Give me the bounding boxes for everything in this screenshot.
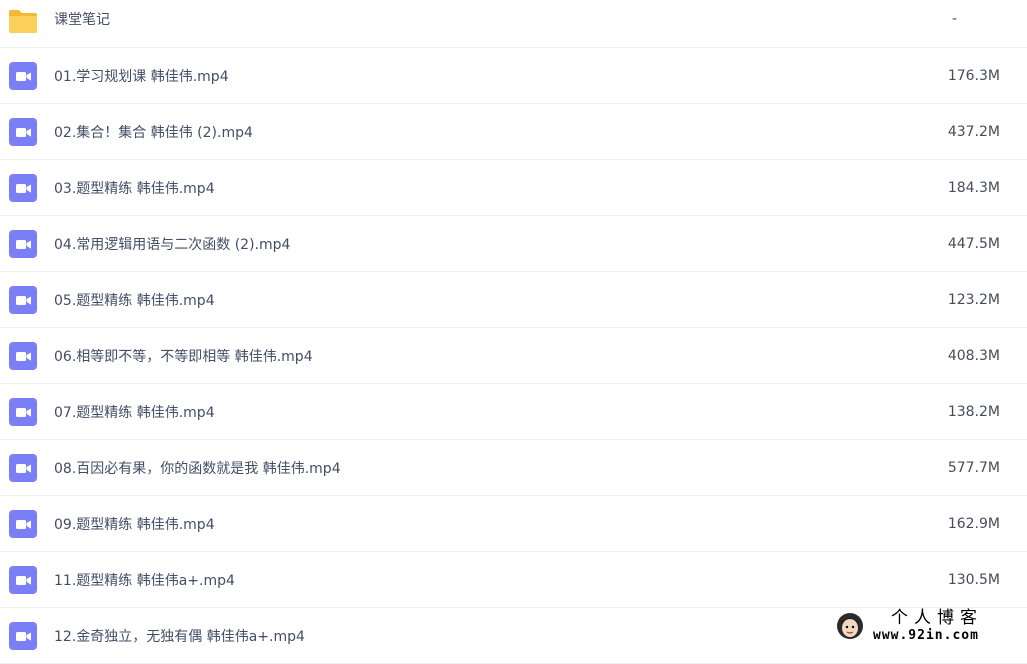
video-file-icon	[9, 397, 37, 426]
file-size: 123.2M	[947, 291, 1000, 308]
video-file-icon	[9, 453, 37, 482]
video-file-icon	[9, 621, 37, 650]
file-row-video[interactable]: 02.集合！集合 韩佳伟 (2).mp4 437.2M	[0, 104, 1027, 160]
file-size: 447.5M	[947, 235, 1000, 252]
file-size: 130.5M	[947, 571, 1000, 588]
file-name: 08.百因必有果，你的函数就是我 韩佳伟.mp4	[54, 460, 341, 477]
file-row-video[interactable]: 04.常用逻辑用语与二次函数 (2).mp4 447.5M	[0, 216, 1027, 272]
file-list: 课堂笔记 - 01.学习规划课 韩佳伟.mp4 176.3M 02.集合！集合 …	[0, 0, 1027, 664]
video-file-icon	[9, 229, 37, 258]
file-name: 课堂笔记	[54, 12, 110, 28]
video-file-icon	[9, 117, 37, 146]
file-row-video[interactable]: 01.学习规划课 韩佳伟.mp4 176.3M	[0, 48, 1027, 104]
file-name: 05.题型精练 韩佳伟.mp4	[54, 292, 215, 309]
file-size: 162.9M	[947, 515, 1000, 532]
file-size: 577.7M	[947, 459, 1000, 476]
video-file-icon	[9, 509, 37, 538]
file-size: -	[951, 11, 957, 27]
file-row-video[interactable]: 08.百因必有果，你的函数就是我 韩佳伟.mp4 577.7M	[0, 440, 1027, 496]
file-name: 09.题型精练 韩佳伟.mp4	[54, 516, 215, 533]
avatar-icon	[837, 613, 863, 639]
file-name: 03.题型精练 韩佳伟.mp4	[54, 180, 215, 197]
video-file-icon	[9, 341, 37, 370]
file-name: 12.金奇独立，无独有偶 韩佳伟a+.mp4	[54, 628, 305, 645]
file-row-video[interactable]: 06.相等即不等，不等即相等 韩佳伟.mp4 408.3M	[0, 328, 1027, 384]
file-name: 07.题型精练 韩佳伟.mp4	[54, 404, 215, 421]
file-size: 408.3M	[947, 347, 1000, 364]
file-row-video[interactable]: 05.题型精练 韩佳伟.mp4 123.2M	[0, 272, 1027, 328]
video-file-icon	[9, 61, 37, 90]
file-name: 06.相等即不等，不等即相等 韩佳伟.mp4	[54, 348, 313, 365]
file-size: 184.3M	[947, 179, 1000, 196]
file-row-video[interactable]: 11.题型精练 韩佳伟a+.mp4 130.5M	[0, 552, 1027, 608]
video-file-icon	[9, 285, 37, 314]
file-name: 01.学习规划课 韩佳伟.mp4	[54, 68, 229, 85]
file-row-video[interactable]: 07.题型精练 韩佳伟.mp4 138.2M	[0, 384, 1027, 440]
file-size: 437.2M	[947, 123, 1000, 140]
file-row-video[interactable]: 09.题型精练 韩佳伟.mp4 162.9M	[0, 496, 1027, 552]
file-name: 04.常用逻辑用语与二次函数 (2).mp4	[54, 236, 291, 253]
file-name: 02.集合！集合 韩佳伟 (2).mp4	[54, 124, 253, 141]
folder-icon	[9, 10, 37, 33]
file-name: 11.题型精练 韩佳伟a+.mp4	[54, 572, 235, 589]
video-file-icon	[9, 565, 37, 594]
file-row-video[interactable]: 03.题型精练 韩佳伟.mp4 184.3M	[0, 160, 1027, 216]
file-row-folder[interactable]: 课堂笔记 -	[0, 0, 1027, 48]
file-size: 138.2M	[947, 403, 1000, 420]
blog-watermark: 个人博客 www.92in.com	[833, 603, 1023, 649]
file-size: 176.3M	[947, 67, 1000, 84]
watermark-url: www.92in.com	[873, 628, 979, 643]
watermark-title: 个人博客	[891, 608, 983, 628]
video-file-icon	[9, 173, 37, 202]
